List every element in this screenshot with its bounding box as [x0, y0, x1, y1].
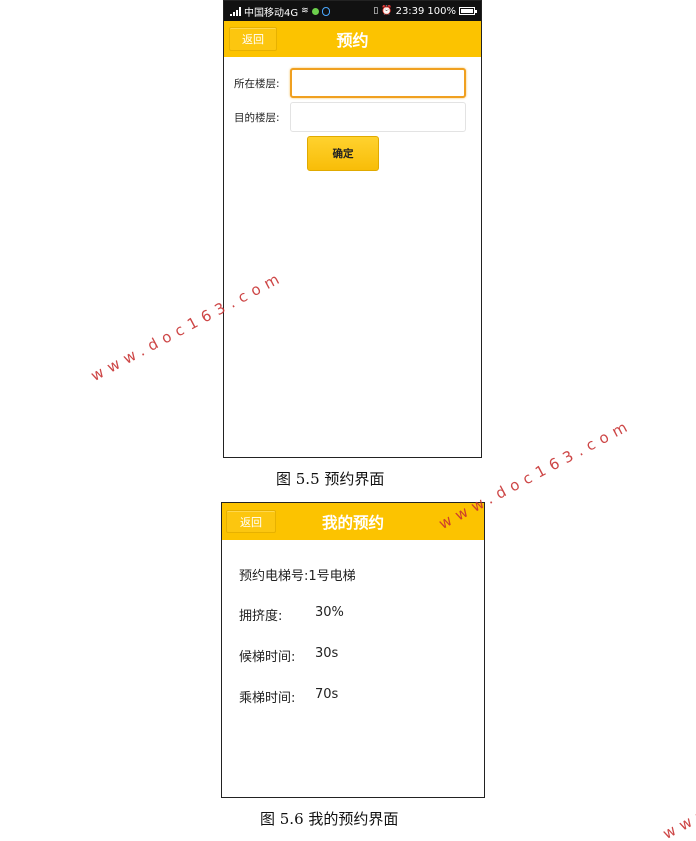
ride-time-label: 乘梯时间: — [239, 691, 296, 706]
confirm-button[interactable]: 确定 — [307, 136, 379, 171]
vibrate-icon: ▯ — [373, 5, 379, 16]
booking-screen: 中国移动4G ≋ ▯ ⏰ 23:39 100% 返回 预约 所在楼层: 目的楼层… — [223, 0, 482, 458]
carrier-label: 中国移动4G — [244, 7, 299, 19]
ride-time-line: 乘梯时间: 70s — [239, 687, 338, 706]
target-floor-label: 目的楼层: — [234, 111, 280, 124]
target-floor-input[interactable] — [290, 102, 466, 132]
crowd-label: 拥挤度: — [239, 609, 283, 624]
watermark-3: www. — [659, 796, 696, 841]
status-bar: 中国移动4G ≋ ▯ ⏰ 23:39 100% — [224, 1, 481, 21]
page-title: 预约 — [336, 31, 369, 50]
wait-time-label: 候梯时间: — [239, 650, 296, 665]
elevator-number-text: 预约电梯号:1号电梯 — [239, 569, 356, 584]
elevator-number-line: 预约电梯号:1号电梯 — [239, 565, 356, 584]
wifi-icon: ≋ — [301, 5, 309, 16]
current-floor-input[interactable] — [290, 68, 466, 98]
current-floor-label: 所在楼层: — [234, 77, 280, 90]
back-button[interactable]: 返回 — [229, 27, 277, 51]
page: 中国移动4G ≋ ▯ ⏰ 23:39 100% 返回 预约 所在楼层: 目的楼层… — [0, 0, 696, 841]
figure-caption-5-5: 图 5.5 预约界面 — [276, 470, 385, 488]
ride-time-value: 70s — [315, 687, 339, 702]
wait-time-line: 候梯时间: 30s — [239, 646, 338, 665]
my-booking-screen: 返回 我的预约 预约电梯号:1号电梯 拥挤度: 30% 候梯时间: 30s 乘梯… — [221, 502, 485, 798]
app-notification-icon — [311, 7, 319, 15]
header-bar: 返回 预约 — [224, 21, 481, 57]
page-title-2: 我的预约 — [321, 513, 384, 532]
wait-time-value: 30s — [315, 646, 339, 661]
alarm-icon: ⏰ — [381, 5, 393, 16]
crowd-value: 30% — [315, 605, 344, 620]
clock-time: 23:39 — [395, 5, 425, 17]
crowd-line: 拥挤度: 30% — [239, 605, 344, 624]
target-floor-row: 目的楼层: — [224, 102, 481, 132]
qq-notification-icon — [321, 6, 330, 16]
signal-icon — [230, 6, 241, 16]
battery-icon — [459, 7, 477, 15]
battery-percent: 100% — [427, 5, 456, 17]
current-floor-row: 所在楼层: — [224, 68, 481, 98]
back-button-2[interactable]: 返回 — [226, 510, 276, 533]
figure-caption-5-6: 图 5.6 我的预约界面 — [260, 810, 399, 828]
